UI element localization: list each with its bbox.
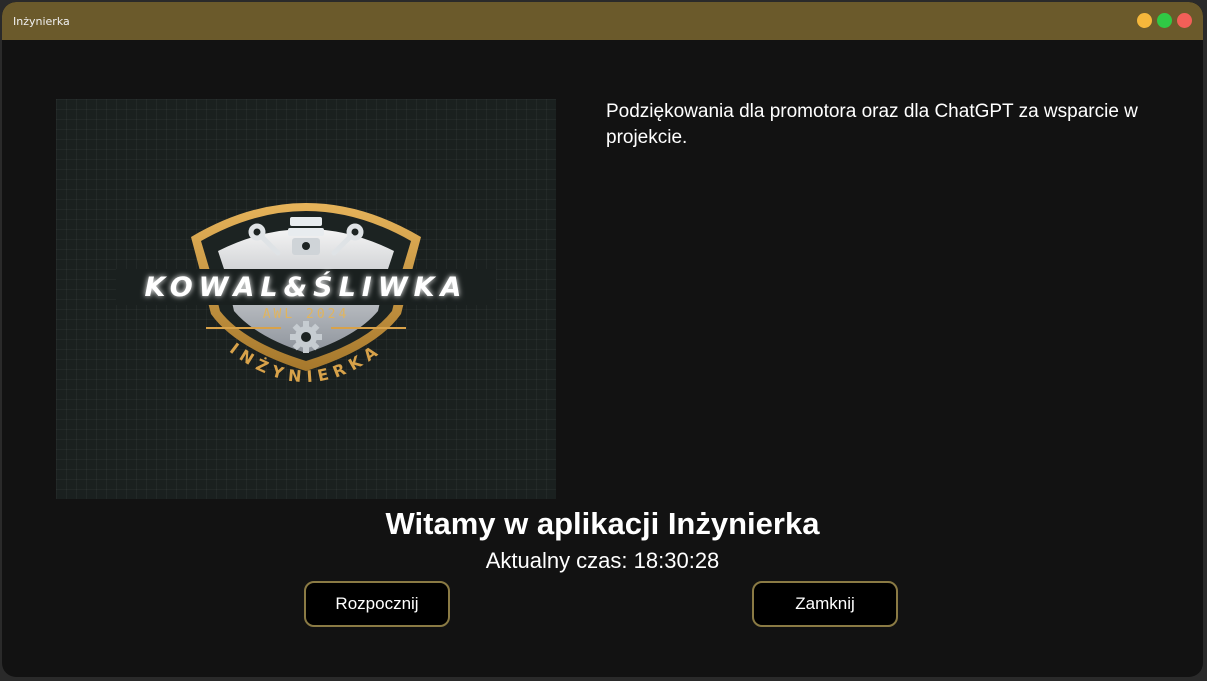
acknowledgement-text: Podziękowania dla promotora oraz dla Cha… xyxy=(606,101,1138,148)
time-value: 18:30:28 xyxy=(633,548,720,573)
time-label: Aktualny czas: xyxy=(485,548,628,573)
title-bar[interactable]: Inżynierka xyxy=(2,2,1203,40)
close-window-button[interactable] xyxy=(1177,13,1192,28)
logo-image: KOWAL&ŚLIWKA AWL 2024 INŻYNIERKA xyxy=(56,99,556,499)
logo-main-text: KOWAL&ŚLIWKA xyxy=(145,271,468,303)
piston-icon xyxy=(288,217,324,255)
gear-icon xyxy=(290,321,322,353)
page-title: Witamy w aplikacji Inżynierka xyxy=(385,506,820,541)
minimize-button[interactable] xyxy=(1137,13,1152,28)
window-title: Inżynierka xyxy=(13,15,70,28)
maximize-button[interactable] xyxy=(1157,13,1172,28)
start-button[interactable]: Rozpocznij xyxy=(304,581,450,627)
logo-sub-text: AWL 2024 xyxy=(263,307,350,322)
app-window: Inżynierka KOWAL&ŚLIWKA AWL 2024 INŻYNIE… xyxy=(2,2,1203,677)
current-time-display: Aktualny czas: 18:30:28 xyxy=(2,548,1203,574)
kowal-sliwka-logo: KOWAL&ŚLIWKA AWL 2024 INŻYNIERKA xyxy=(116,203,496,386)
close-button[interactable]: Zamknij xyxy=(752,581,898,627)
